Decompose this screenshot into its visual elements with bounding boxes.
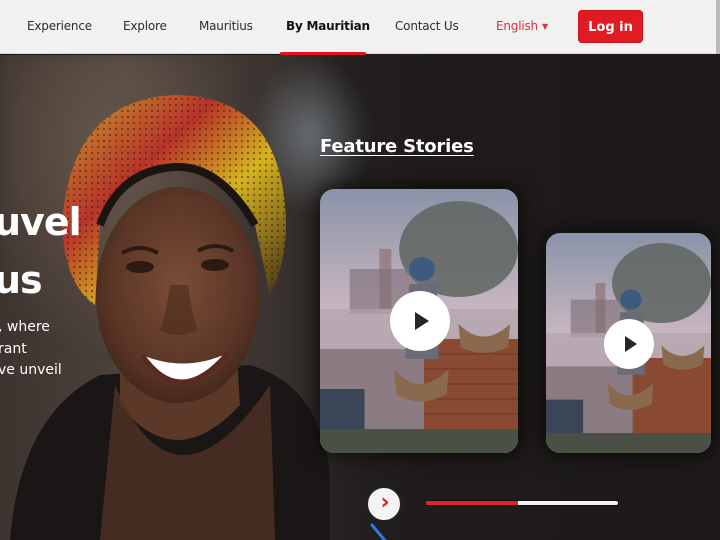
- language-selector[interactable]: English ▼: [496, 0, 548, 54]
- play-icon: [415, 312, 429, 330]
- nav-item-experience[interactable]: Experience: [27, 0, 92, 54]
- nav-item-contact-us[interactable]: Contact Us: [395, 0, 459, 54]
- active-nav-indicator: [280, 52, 366, 55]
- login-button[interactable]: Log in: [578, 10, 643, 43]
- play-button[interactable]: [390, 291, 450, 351]
- hero-subtitle: , where rant ve unveil: [0, 317, 78, 382]
- chevron-right-icon: ›: [380, 490, 390, 515]
- progress-fill: [426, 501, 519, 505]
- carousel-next-button[interactable]: ›: [366, 486, 402, 522]
- carousel-progress-bar: [426, 501, 618, 505]
- top-navbar: Experience Explore Mauritius By Mauritia…: [0, 0, 720, 54]
- story-card-2[interactable]: [546, 233, 711, 453]
- feature-stories-title[interactable]: Feature Stories: [320, 136, 474, 157]
- hero-subtitle-line: , where: [0, 319, 50, 335]
- story-card-1[interactable]: [320, 189, 518, 453]
- hero-title-line-2: us: [0, 258, 43, 302]
- hero-portrait-image: [10, 95, 330, 540]
- nav-item-mauritius[interactable]: Mauritius: [199, 0, 253, 54]
- hero-title-line-1: uvel: [0, 200, 82, 244]
- scrollbar[interactable]: [716, 0, 720, 54]
- hero-subtitle-line: rant: [0, 340, 27, 357]
- play-icon: [625, 336, 637, 352]
- hero-section: uvel us , where rant ve unveil Feature S…: [0, 55, 720, 540]
- nav-item-explore[interactable]: Explore: [123, 0, 167, 54]
- caret-down-icon: ▼: [541, 22, 548, 31]
- hero-subtitle-line: ve unveil: [0, 362, 62, 378]
- focus-indicator: [370, 523, 387, 540]
- play-button[interactable]: [604, 319, 654, 369]
- nav-item-by-mauritian[interactable]: By Mauritian: [286, 0, 370, 54]
- language-label: English: [496, 19, 538, 33]
